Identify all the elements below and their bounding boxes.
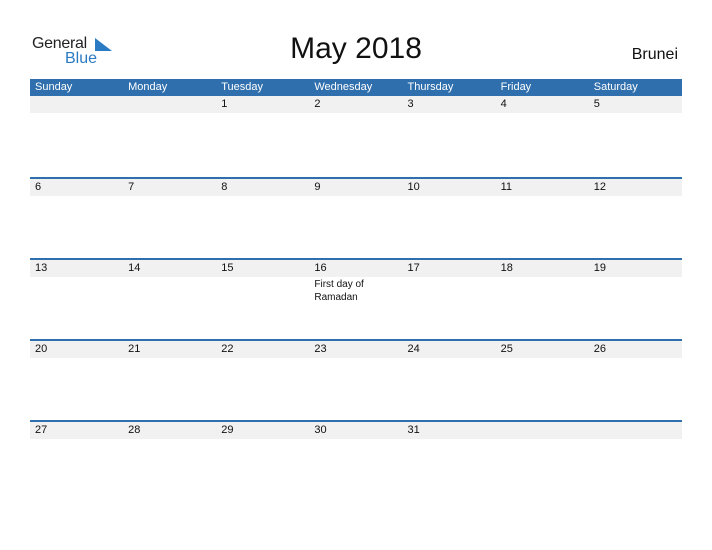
day-number: 12 xyxy=(593,181,606,193)
day-number: 5 xyxy=(593,98,600,110)
day-event xyxy=(309,113,402,114)
day-number: 30 xyxy=(314,424,327,436)
day-event xyxy=(30,277,123,304)
weekday-thursday: Thursday xyxy=(407,81,454,93)
weekday-tuesday: Tuesday xyxy=(221,81,264,93)
day-event xyxy=(496,196,589,197)
day-number: 18 xyxy=(500,262,513,274)
week-row: 6 7 8 9 10 11 12 xyxy=(30,177,682,258)
day-event xyxy=(123,439,216,440)
week-row: 1 2 3 4 5 xyxy=(30,96,682,177)
day-event xyxy=(589,439,682,440)
day-number: 27 xyxy=(35,424,48,436)
day-event xyxy=(309,439,402,440)
day-number xyxy=(123,96,216,113)
week-row: 20 21 22 23 24 25 26 xyxy=(30,339,682,420)
day-number: 6 xyxy=(35,181,42,193)
day-event xyxy=(123,358,216,359)
events-row: First day of Ramadan xyxy=(30,277,682,304)
day-number: 4 xyxy=(500,98,507,110)
day-number: 1 xyxy=(221,98,228,110)
calendar-title: May 2018 xyxy=(290,32,422,65)
day-event xyxy=(216,113,309,114)
day-number: 19 xyxy=(593,262,606,274)
events-row xyxy=(30,196,682,197)
day-event xyxy=(123,196,216,197)
date-strip: 1 2 3 4 5 xyxy=(30,96,682,113)
day-number: 15 xyxy=(221,262,234,274)
date-strip: 27 28 29 30 31 xyxy=(30,422,682,439)
day-event xyxy=(589,277,682,304)
day-event xyxy=(123,113,216,114)
day-event xyxy=(309,196,402,197)
day-number: 7 xyxy=(128,181,135,193)
day-number: 9 xyxy=(314,181,321,193)
weekday-header: Sunday Monday Tuesday Wednesday Thursday… xyxy=(30,79,682,96)
day-event xyxy=(496,358,589,359)
events-row xyxy=(30,358,682,359)
day-event xyxy=(403,277,496,304)
day-number: 25 xyxy=(500,343,513,355)
day-number: 10 xyxy=(407,181,420,193)
date-strip: 20 21 22 23 24 25 26 xyxy=(30,341,682,358)
day-event xyxy=(123,277,216,304)
weekday-wednesday: Wednesday xyxy=(314,81,373,93)
day-event xyxy=(496,277,589,304)
day-number: 17 xyxy=(407,262,420,274)
week-row: 13 14 15 16 17 18 19 First day of Ramadan xyxy=(30,258,682,339)
day-number: 14 xyxy=(128,262,141,274)
day-event xyxy=(30,196,123,197)
day-number xyxy=(30,96,123,113)
day-number: 26 xyxy=(593,343,606,355)
day-number: 23 xyxy=(314,343,327,355)
weekday-friday: Friday xyxy=(500,81,532,93)
day-event: First day of Ramadan xyxy=(314,279,364,303)
day-number: 28 xyxy=(128,424,141,436)
day-event xyxy=(30,113,123,114)
day-number: 13 xyxy=(35,262,48,274)
day-number: 11 xyxy=(500,181,513,193)
day-event xyxy=(589,113,682,114)
day-event xyxy=(216,358,309,359)
day-number: 8 xyxy=(221,181,228,193)
calendar-grid: Sunday Monday Tuesday Wednesday Thursday… xyxy=(30,79,682,501)
day-event xyxy=(589,196,682,197)
day-event xyxy=(30,439,123,440)
day-event xyxy=(30,358,123,359)
day-event xyxy=(309,358,402,359)
day-event xyxy=(496,113,589,114)
day-event xyxy=(589,358,682,359)
day-number: 24 xyxy=(407,343,420,355)
weekday-monday: Monday xyxy=(128,81,168,93)
day-event xyxy=(216,439,309,440)
day-number xyxy=(589,422,682,439)
weeks-container: 1 2 3 4 5 6 7 8 9 10 11 12 13 14 15 16 17 18 19 First day o… xyxy=(30,96,682,501)
weekday-saturday: Saturday xyxy=(593,81,638,93)
day-number: 3 xyxy=(407,98,414,110)
day-event xyxy=(403,358,496,359)
day-event xyxy=(403,196,496,197)
day-event xyxy=(216,196,309,197)
date-strip: 6 7 8 9 10 11 12 xyxy=(30,179,682,196)
day-event xyxy=(496,439,589,440)
events-row xyxy=(30,113,682,114)
day-number: 22 xyxy=(221,343,234,355)
day-number: 29 xyxy=(221,424,234,436)
date-strip: 13 14 15 16 17 18 19 xyxy=(30,260,682,277)
country-label: Brunei xyxy=(631,46,678,63)
day-number: 20 xyxy=(35,343,48,355)
week-row: 27 28 29 30 31 xyxy=(30,420,682,501)
day-event xyxy=(216,277,309,304)
day-number: 21 xyxy=(128,343,141,355)
weekday-sunday: Sunday xyxy=(35,81,73,93)
day-number: 2 xyxy=(314,98,321,110)
day-event xyxy=(403,439,496,440)
day-number: 31 xyxy=(407,424,420,436)
day-number: 16 xyxy=(314,262,327,274)
day-number xyxy=(496,422,589,439)
day-event xyxy=(403,113,496,114)
events-row xyxy=(30,439,682,440)
